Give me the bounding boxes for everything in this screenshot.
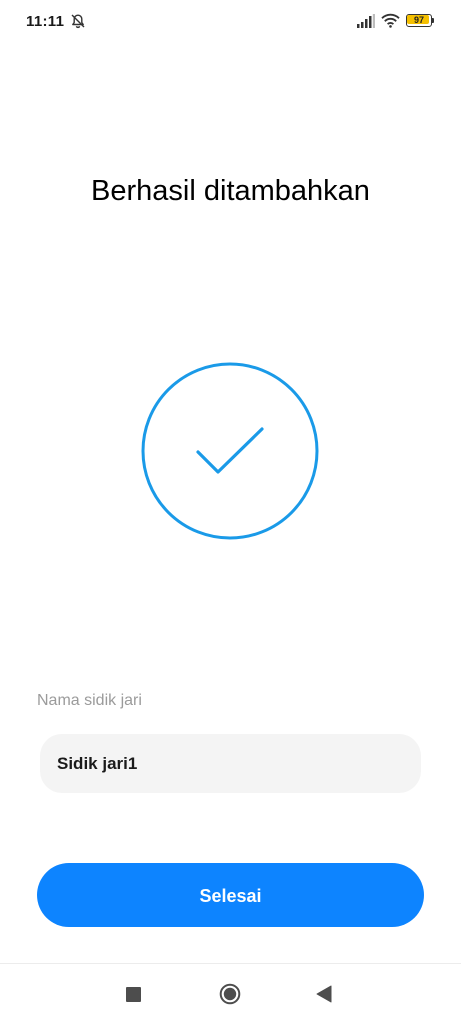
navigation-bar — [0, 963, 461, 1025]
wifi-icon — [381, 13, 400, 28]
battery-level: 97 — [413, 15, 424, 25]
done-button[interactable]: Selesai — [37, 863, 424, 927]
fingerprint-name-value: Sidik jari1 — [57, 754, 138, 773]
battery-indicator: 97 — [406, 14, 434, 27]
square-recents-icon[interactable] — [126, 987, 141, 1002]
bell-off-icon — [71, 14, 85, 29]
checkmark-circle-icon — [141, 362, 319, 540]
circle-home-icon[interactable] — [219, 983, 241, 1005]
fingerprint-name-field[interactable]: Sidik jari1 — [40, 734, 421, 793]
fingerprint-name-label: Nama sidik jari — [37, 692, 142, 709]
status-bar: 11:11 97 — [0, 0, 461, 44]
signal-icon — [357, 14, 375, 28]
triangle-back-icon[interactable] — [316, 985, 332, 1003]
status-time: 11:11 — [26, 13, 65, 30]
page-title: Berhasil ditambahkan — [91, 175, 370, 207]
